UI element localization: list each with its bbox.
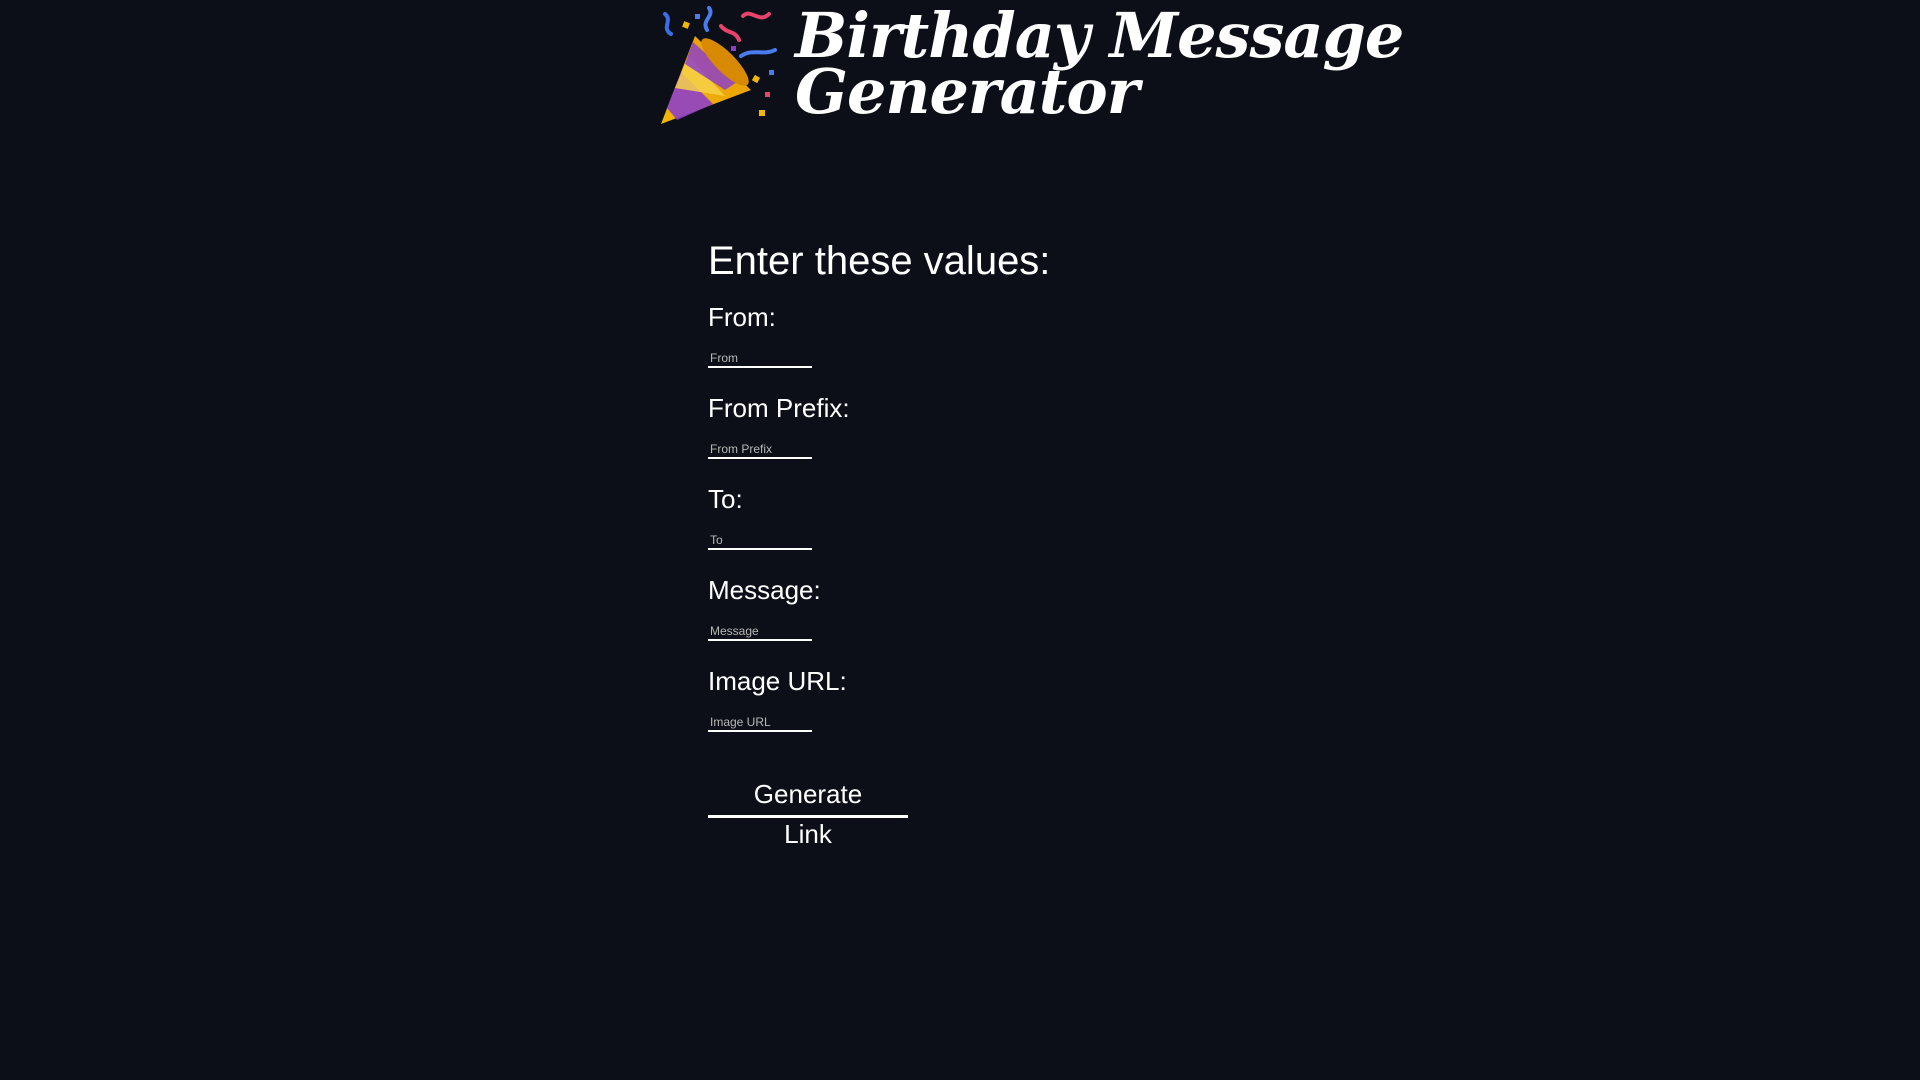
generate-link-button[interactable]: Generate Link [708,774,908,849]
from-label: From: [708,302,776,332]
from-prefix-label: From Prefix: [708,393,850,423]
to-label: To: [708,484,743,514]
message-label: Message: [708,575,821,605]
from-prefix-input[interactable] [708,441,812,459]
field-from-prefix: From Prefix: [708,393,1308,459]
to-input[interactable] [708,532,812,550]
field-from: From: [708,302,1308,368]
title-line-2: Generator [795,55,1139,128]
image-url-label: Image URL: [708,666,847,696]
field-image-url: Image URL: [708,666,1308,732]
page-title: Birthday Message Generator [795,5,1404,123]
birthday-form: Enter these values: From: From Prefix: T… [708,236,1308,849]
image-url-input[interactable] [708,714,812,732]
party-popper-icon [661,6,777,124]
from-input[interactable] [708,350,812,368]
message-input[interactable] [708,623,812,641]
app-header: Birthday Message Generator [655,5,1404,131]
field-message: Message: [708,575,1308,641]
form-heading: Enter these values: [708,239,1051,283]
field-to: To: [708,484,1308,550]
